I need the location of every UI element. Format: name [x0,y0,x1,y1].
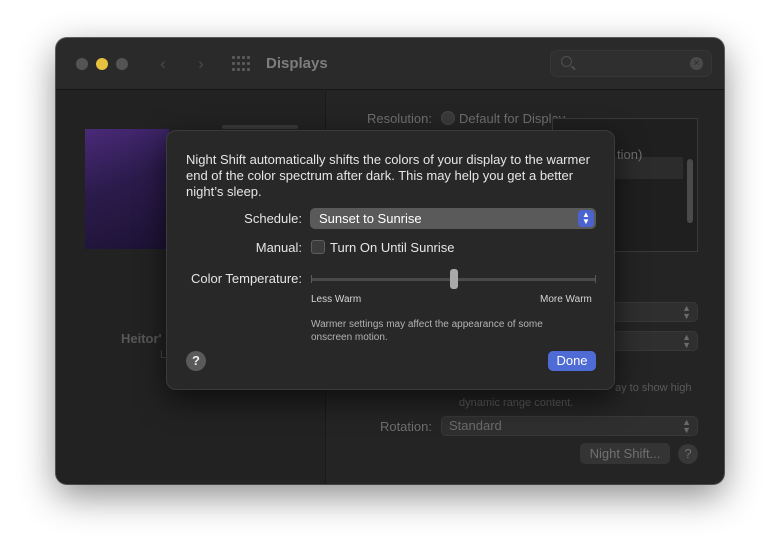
secondary-display-thumbnail[interactable] [222,125,298,129]
rotation-popup[interactable]: Standard ▲ ▼ [441,416,698,436]
forward-arrow-icon[interactable]: › [190,52,212,76]
title-bar: ‹ › Displays × [56,38,724,90]
done-button[interactable]: Done [548,351,596,371]
slider-tick-max [595,275,596,283]
background-popup-1[interactable]: ▲ ▼ [612,302,698,322]
hdr-note-line1: ay to show high [615,382,692,394]
background-help-button[interactable]: ? [678,444,698,464]
turn-on-until-sunrise-checkbox[interactable] [311,240,325,254]
resolution-label: Resolution: [366,111,432,126]
schedule-value: Sunset to Sunrise [319,211,422,226]
chevron-updown-icon: ▲ ▼ [682,417,691,435]
motion-warning: Warmer settings may affect the appearanc… [311,319,543,343]
list-row-text: tion) [617,147,643,162]
color-temperature-label: Color Temperature: [190,271,302,286]
turn-on-until-sunrise-label: Turn On Until Sunrise [330,240,455,255]
back-arrow-icon[interactable]: ‹ [152,52,174,76]
background-popup-2[interactable]: ▲ ▼ [612,331,698,351]
clear-search-icon[interactable]: × [690,57,703,70]
show-all-grid-icon[interactable] [232,56,250,72]
more-warm-label: More Warm [540,294,592,305]
rotation-value: Standard [449,418,502,433]
slider-tick-min [311,275,312,283]
close-button[interactable] [76,58,88,70]
chevron-updown-icon: ▲ ▼ [578,210,594,227]
night-shift-button[interactable]: Night Shift... [580,443,670,464]
search-icon [561,56,572,67]
default-resolution-radio[interactable] [441,111,455,125]
chevron-updown-icon: ▲ ▼ [682,332,691,350]
default-resolution-label: Default for Display [459,111,566,126]
less-warm-label: Less Warm [311,294,362,305]
schedule-popup[interactable]: Sunset to Sunrise ▲ ▼ [310,208,596,229]
window-title: Displays [266,55,328,72]
display-thumbnail[interactable] [85,129,169,249]
night-shift-sheet: Night Shift automatically shifts the col… [166,130,615,390]
zoom-button[interactable] [116,58,128,70]
color-temperature-knob[interactable] [449,269,458,289]
rotation-label: Rotation: [379,419,432,434]
manual-label: Manual: [255,240,302,255]
help-button[interactable]: ? [186,351,206,371]
hdr-note-line2: dynamic range content. [459,397,574,409]
minimize-button[interactable] [96,58,108,70]
chevron-updown-icon: ▲ ▼ [682,303,691,321]
night-shift-description: Night Shift automatically shifts the col… [186,152,590,199]
search-field[interactable]: × [550,50,712,77]
schedule-label: Schedule: [244,211,302,226]
list-scrollbar[interactable] [687,159,693,223]
display-name: Heitor' [121,331,162,346]
